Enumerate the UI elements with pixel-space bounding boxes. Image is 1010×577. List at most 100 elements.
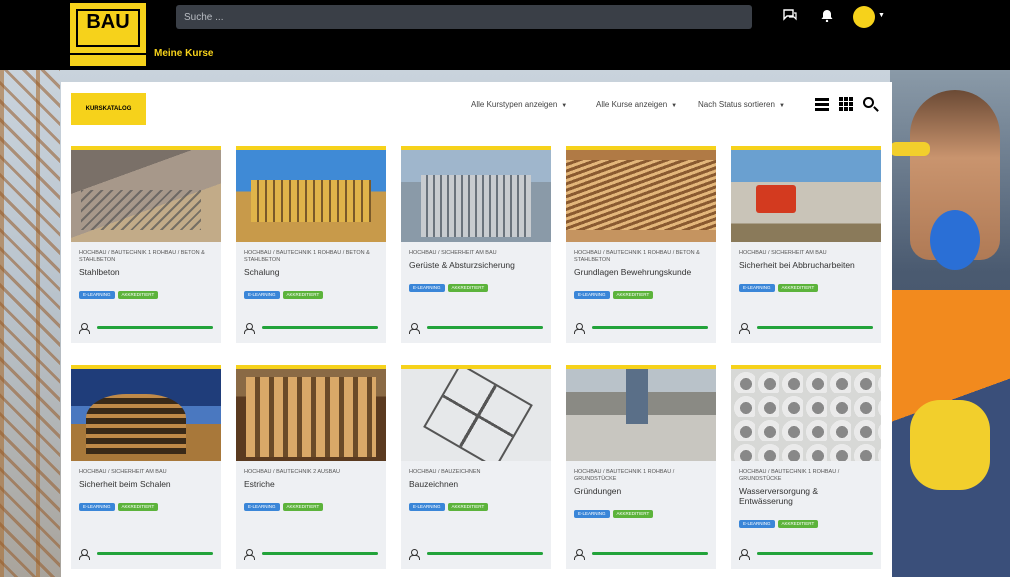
course-progress [244, 549, 378, 560]
tag-accredited: AKKREDITIERT [282, 503, 324, 511]
progress-fill [427, 326, 543, 329]
course-category: HOCHBAU / SICHERHEIT AM BAU [409, 250, 497, 256]
user-icon [739, 549, 750, 560]
tag-accredited: AKKREDITIERT [117, 291, 159, 299]
user-icon [574, 323, 585, 334]
course-title[interactable]: Bauzeichnen [409, 479, 543, 489]
filter-sort-status[interactable]: Nach Status sortieren ▼ [698, 100, 785, 109]
tag-accredited: AKKREDITIERT [777, 520, 819, 528]
course-title[interactable]: Grundlagen Bewehrungskunde [574, 267, 708, 277]
course-progress [244, 323, 378, 334]
tag-accredited: AKKREDITIERT [612, 510, 654, 518]
course-card[interactable]: HOCHBAU / BAUTECHNIK 1 ROHBAU / GRUNDSTÜ… [731, 365, 881, 569]
course-title[interactable]: Stahlbeton [79, 267, 213, 277]
course-card[interactable]: HOCHBAU / SICHERHEIT AM BAU Gerüste & Ab… [401, 146, 551, 343]
tag-elearning: E-LEARNING [244, 503, 280, 511]
course-card[interactable]: HOCHBAU / BAUTECHNIK 2 AUSBAU Estriche E… [236, 365, 386, 569]
bell-icon[interactable] [819, 9, 835, 25]
tag-accredited: AKKREDITIERT [447, 503, 489, 511]
tag-accredited: AKKREDITIERT [777, 284, 819, 292]
course-card[interactable]: HOCHBAU / BAUTECHNIK 1 ROHBAU / GRUNDSTÜ… [566, 365, 716, 569]
chevron-down-icon: ▼ [671, 103, 678, 109]
tag-elearning: E-LEARNING [739, 520, 775, 528]
course-category: HOCHBAU / BAUTECHNIK 1 ROHBAU / GRUNDSTÜ… [739, 469, 840, 482]
course-title[interactable]: Gründungen [574, 486, 708, 496]
course-image [731, 369, 881, 461]
crane-graphic [0, 70, 60, 577]
course-card[interactable]: HOCHBAU / BAUTECHNIK 1 ROHBAU / BETON & … [71, 146, 221, 343]
tag-elearning: E-LEARNING [79, 503, 115, 511]
logo-strip [70, 55, 146, 66]
tag-accredited: AKKREDITIERT [117, 503, 159, 511]
catalog-badge: KURSKATALOG [71, 93, 146, 125]
course-card[interactable]: HOCHBAU / SICHERHEIT AM BAU Sicherheit b… [71, 365, 221, 569]
course-progress [574, 549, 708, 560]
course-category: HOCHBAU / BAUTECHNIK 1 ROHBAU / BETON & … [79, 250, 205, 263]
course-image [731, 150, 881, 242]
user-icon [574, 549, 585, 560]
course-title[interactable]: Schalung [244, 267, 378, 277]
chevron-down-icon: ▼ [561, 103, 568, 109]
course-category: HOCHBAU / BAUTECHNIK 1 ROHBAU / GRUNDSTÜ… [574, 469, 675, 482]
course-title[interactable]: Wasserversorgung & Entwässerung [739, 486, 873, 506]
course-image [566, 369, 716, 461]
progress-fill [757, 552, 873, 555]
course-card[interactable]: HOCHBAU / BAUTECHNIK 1 ROHBAU / BETON & … [566, 146, 716, 343]
list-view-icon[interactable] [815, 96, 831, 112]
progress-fill [97, 326, 213, 329]
avatar[interactable] [853, 6, 875, 28]
search-input[interactable] [176, 5, 752, 29]
course-image [401, 150, 551, 242]
grid-view-icon[interactable] [839, 96, 855, 112]
course-title[interactable]: Sicherheit beim Schalen [79, 479, 213, 489]
logo[interactable]: BAU [70, 3, 146, 53]
course-category: HOCHBAU / SICHERHEIT AM BAU [79, 469, 167, 475]
tag-accredited: AKKREDITIERT [447, 284, 489, 292]
user-icon [244, 549, 255, 560]
user-icon [409, 323, 420, 334]
course-image [71, 150, 221, 242]
course-category: HOCHBAU / SICHERHEIT AM BAU [739, 250, 827, 256]
tag-accredited: AKKREDITIERT [612, 291, 654, 299]
search-icon[interactable] [863, 96, 879, 112]
progress-fill [427, 552, 543, 555]
course-image [401, 369, 551, 461]
user-icon [409, 549, 420, 560]
course-title[interactable]: Sicherheit bei Abbrucharbeiten [739, 260, 873, 270]
course-category: HOCHBAU / BAUTECHNIK 1 ROHBAU / BETON & … [244, 250, 370, 263]
progress-fill [592, 552, 708, 555]
filter-courses[interactable]: Alle Kurse anzeigen ▼ [596, 100, 677, 109]
course-card[interactable]: HOCHBAU / BAUZEICHNEN Bauzeichnen E-LEAR… [401, 365, 551, 569]
course-image [566, 150, 716, 242]
chat-icon[interactable] [782, 9, 798, 25]
course-title[interactable]: Estriche [244, 479, 378, 489]
course-category: HOCHBAU / BAUZEICHNEN [409, 469, 481, 475]
user-icon [244, 323, 255, 334]
course-card[interactable]: HOCHBAU / SICHERHEIT AM BAU Sicherheit b… [731, 146, 881, 343]
user-icon [79, 323, 90, 334]
tag-elearning: E-LEARNING [574, 291, 610, 299]
course-image [236, 369, 386, 461]
course-progress [739, 323, 873, 334]
tag-accredited: AKKREDITIERT [282, 291, 324, 299]
progress-fill [262, 552, 378, 555]
course-progress [79, 549, 213, 560]
course-category: HOCHBAU / BAUTECHNIK 2 AUSBAU [244, 469, 340, 475]
course-title[interactable]: Gerüste & Absturzsicherung [409, 260, 543, 270]
my-courses-link[interactable]: Meine Kurse [154, 48, 213, 59]
user-icon [739, 323, 750, 334]
logo-text: BAU [86, 11, 130, 33]
user-icon [79, 549, 90, 560]
tag-elearning: E-LEARNING [244, 291, 280, 299]
course-card[interactable]: HOCHBAU / BAUTECHNIK 1 ROHBAU / BETON & … [236, 146, 386, 343]
filter-course-type[interactable]: Alle Kurstypen anzeigen ▼ [471, 100, 567, 109]
progress-fill [262, 326, 378, 329]
progress-fill [592, 326, 708, 329]
progress-fill [97, 552, 213, 555]
tag-elearning: E-LEARNING [79, 291, 115, 299]
top-bar: BAU Meine Kurse ▼ [0, 0, 1010, 70]
course-progress [409, 323, 543, 334]
course-progress [79, 323, 213, 334]
chevron-down-icon[interactable]: ▼ [878, 12, 885, 19]
chevron-down-icon: ▼ [778, 103, 785, 109]
